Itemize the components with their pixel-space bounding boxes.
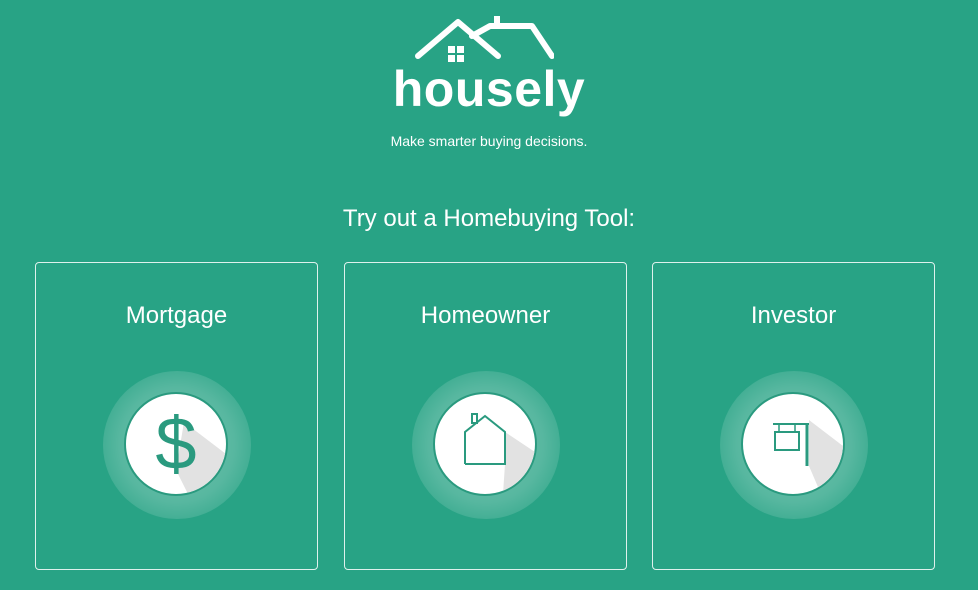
dollar-icon: $ — [124, 392, 228, 496]
icon-halo — [412, 371, 560, 519]
tool-card-title: Homeowner — [420, 302, 551, 329]
dollar-glyph: $ — [155, 402, 197, 485]
tool-card-title: Mortgage — [125, 302, 228, 329]
brand-name: housely — [392, 61, 586, 117]
house-outline — [464, 413, 535, 494]
tool-card-investor[interactable]: Investor — [652, 262, 935, 570]
tool-card-title: Investor — [750, 302, 837, 329]
icon-halo — [720, 371, 868, 519]
page: housely Make smarter buying decisions. T… — [0, 0, 978, 590]
tool-card-mortgage[interactable]: Mortgage $ — [35, 262, 318, 570]
for-sale-sign-icon — [741, 392, 845, 496]
tagline: Make smarter buying decisions. — [390, 133, 588, 149]
house-icon — [433, 392, 537, 496]
sign-outline — [773, 420, 843, 494]
section-heading: Try out a Homebuying Tool: — [342, 205, 636, 232]
tool-card-homeowner[interactable]: Homeowner — [344, 262, 627, 570]
icon-halo: $ — [103, 371, 251, 519]
